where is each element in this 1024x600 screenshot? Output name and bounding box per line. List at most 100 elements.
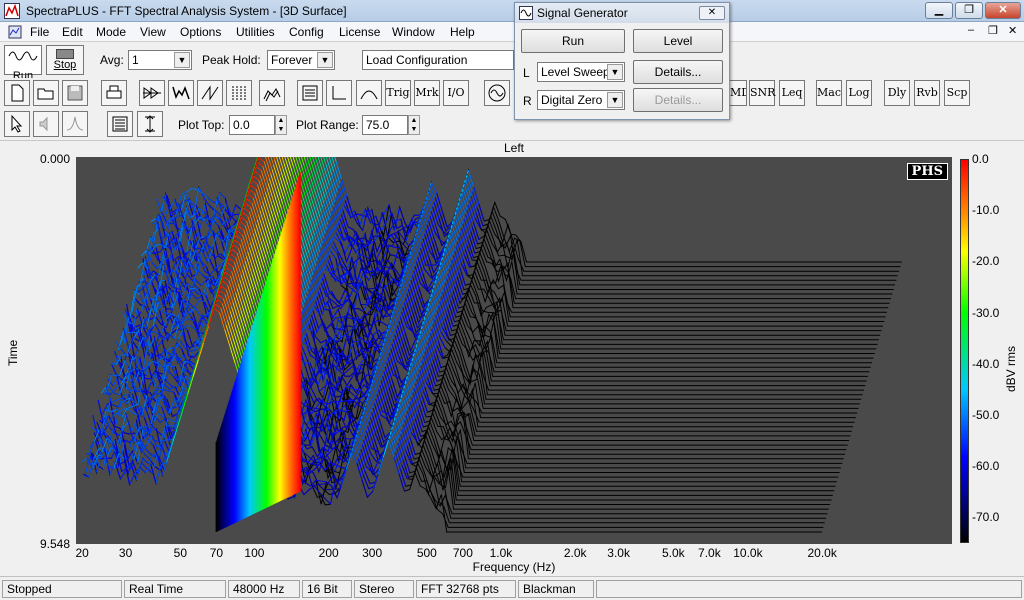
left-details-button[interactable]: Details...	[633, 60, 723, 84]
right-details-button[interactable]: Details...	[633, 88, 723, 112]
print-button[interactable]	[101, 80, 127, 106]
avg-select[interactable]: 1 ▼	[128, 50, 192, 70]
new-button[interactable]	[4, 80, 30, 106]
load-configuration-select[interactable]: Load Configuration	[362, 50, 514, 70]
snr-button[interactable]: SNR	[749, 80, 775, 106]
minimize-button[interactable]: ▁	[925, 2, 953, 19]
surface-segment	[310, 213, 317, 231]
fast-forward-button[interactable]	[139, 80, 165, 106]
surface-segment	[341, 178, 348, 197]
generator-button[interactable]	[484, 80, 510, 106]
surface-segment	[163, 312, 170, 315]
surface-segment	[229, 346, 236, 364]
surface-segment	[247, 286, 254, 305]
surface-segment	[323, 167, 330, 186]
mrk-button[interactable]: Mrk	[414, 80, 440, 106]
mdi-restore-icon[interactable]: ❐	[988, 24, 998, 37]
save-icon	[67, 85, 83, 101]
surface-segment	[360, 336, 367, 343]
surface-segment	[448, 234, 456, 252]
3d-surface-button[interactable]	[259, 80, 285, 106]
app-icon[interactable]	[4, 3, 20, 19]
surface-segment	[367, 426, 374, 444]
surface-segment	[311, 279, 318, 298]
surface-segment	[302, 240, 309, 259]
menu-help[interactable]: Help	[450, 25, 475, 39]
surface-segment	[396, 224, 403, 229]
surface-segment	[258, 214, 265, 233]
menu-license[interactable]: License	[339, 25, 380, 39]
signal-generator-titlebar[interactable]: Signal Generator ✕	[515, 3, 729, 23]
surface-segment	[454, 286, 461, 304]
menu-config[interactable]: Config	[289, 25, 324, 39]
peak-button[interactable]	[62, 111, 88, 137]
trig-button[interactable]: Trig	[385, 80, 411, 106]
plot-range-input[interactable]: 75.0	[362, 115, 408, 135]
mdi-close-icon[interactable]: ✕	[1008, 24, 1017, 37]
right-channel-select[interactable]: Digital Zero ▼	[537, 90, 625, 110]
scp-button[interactable]: Scp	[944, 80, 970, 106]
surface-segment	[239, 221, 246, 226]
close-button[interactable]: ✕	[985, 2, 1021, 19]
signal-generator-window[interactable]: Signal Generator ✕ Run Level L Level Swe…	[514, 2, 730, 120]
speaker-button[interactable]	[33, 111, 59, 137]
leq-button[interactable]: Leq	[779, 80, 805, 106]
surface-segment	[241, 269, 249, 288]
plot-top-input[interactable]: 0.0	[229, 115, 275, 135]
title-bar: SpectraPLUS - FFT Spectral Analysis Syst…	[0, 0, 1024, 22]
scale-button[interactable]	[137, 111, 163, 137]
mac-button[interactable]: Mac	[816, 80, 842, 106]
status-window: Blackman	[518, 580, 594, 598]
surface-segment	[264, 192, 272, 210]
config-button[interactable]	[297, 80, 323, 106]
io-button[interactable]: I/O	[443, 80, 469, 106]
list-icon	[302, 85, 318, 101]
surface-segment	[332, 206, 340, 224]
run-button[interactable]: Run	[4, 45, 42, 82]
surface-segment	[232, 301, 239, 320]
signal-generator-close-button[interactable]: ✕	[699, 6, 725, 20]
plot-range-spinner[interactable]: ▲ ▼	[408, 115, 420, 135]
spectrogram-button[interactable]	[226, 80, 252, 106]
menu-view[interactable]: View	[140, 25, 166, 39]
axis-button[interactable]	[326, 80, 352, 106]
spectrum-button[interactable]	[168, 80, 194, 106]
left-channel-select[interactable]: Level Sweep ▼	[537, 62, 625, 82]
document-icon[interactable]	[8, 25, 22, 39]
menu-options[interactable]: Options	[180, 25, 221, 39]
waveform-button[interactable]	[197, 80, 223, 106]
surface-segment	[258, 157, 265, 162]
surface-segment	[234, 328, 242, 346]
menu-utilities[interactable]: Utilities	[236, 25, 275, 39]
surface-segment	[143, 453, 150, 460]
surface-segment	[434, 284, 441, 302]
open-button[interactable]	[33, 80, 59, 106]
menu-file[interactable]: File	[30, 25, 49, 39]
surface-segment	[448, 269, 456, 287]
table-button[interactable]	[107, 111, 133, 137]
save-button[interactable]	[62, 80, 88, 106]
generator-run-button[interactable]: Run	[521, 29, 625, 53]
md-button[interactable]: MD	[729, 80, 747, 106]
restore-button[interactable]: ❐	[955, 2, 983, 19]
stop-button[interactable]: Stop	[46, 45, 84, 75]
surface-segment	[427, 255, 435, 273]
menu-mode[interactable]: Mode	[96, 25, 126, 39]
surface-segment	[228, 280, 235, 298]
generator-level-button[interactable]: Level	[633, 29, 723, 53]
rvb-button[interactable]: Rvb	[914, 80, 940, 106]
dly-button[interactable]: Dly	[884, 80, 910, 106]
peak-hold-select[interactable]: Forever ▼	[267, 50, 335, 70]
filter-button[interactable]	[356, 80, 382, 106]
surface-segment	[447, 309, 454, 327]
menu-edit[interactable]: Edit	[62, 25, 83, 39]
plot-top-spinner[interactable]: ▲ ▼	[275, 115, 287, 135]
menu-window[interactable]: Window	[392, 25, 435, 39]
surface-segment	[380, 414, 387, 419]
surface-segment	[403, 338, 410, 356]
pointer-button[interactable]	[4, 111, 30, 137]
surface-segment	[459, 197, 467, 215]
log-button[interactable]: Log	[846, 80, 872, 106]
mdi-minimize-icon[interactable]: –	[968, 24, 974, 36]
plot-area[interactable]: PHS	[76, 37, 952, 544]
